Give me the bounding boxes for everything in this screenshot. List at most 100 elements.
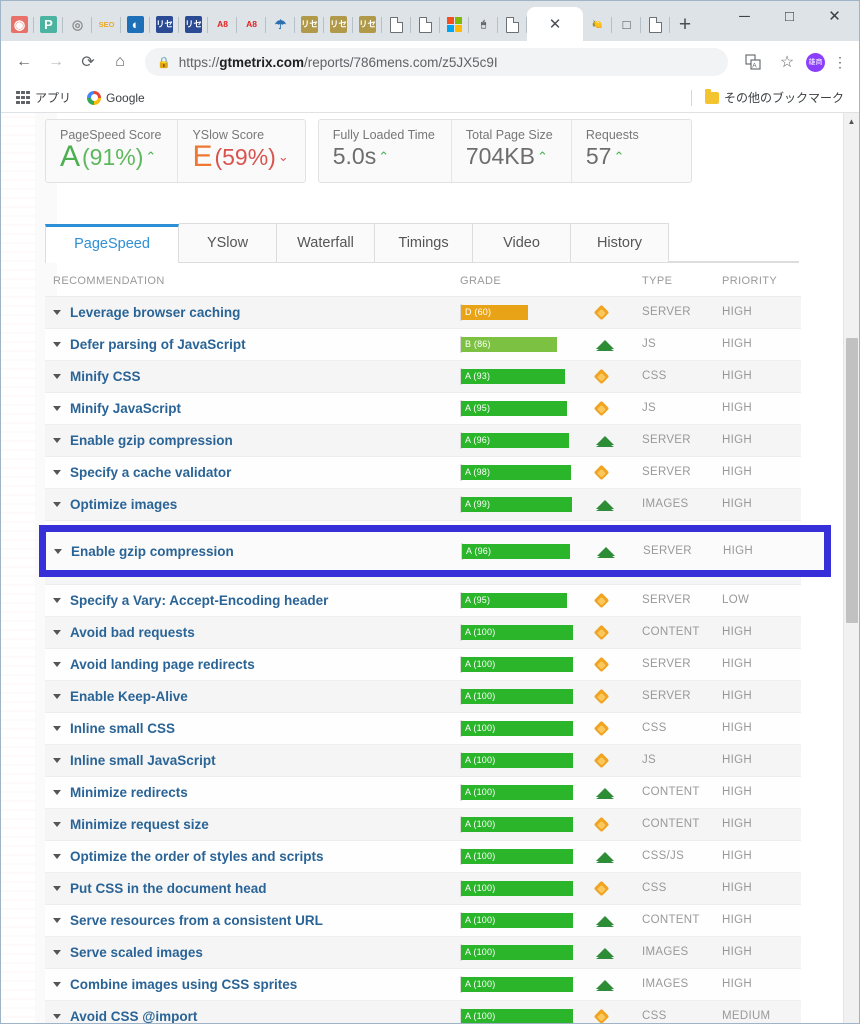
expand-triangle-icon[interactable] — [53, 501, 61, 507]
recommendation-link[interactable]: Enable Keep-Alive — [70, 689, 188, 704]
report-tab-video[interactable]: Video — [473, 222, 571, 262]
table-row[interactable]: Leverage browser caching D (60) SERVER H… — [45, 296, 801, 329]
report-tab-timings[interactable]: Timings — [375, 222, 473, 262]
tab-p-green[interactable]: P — [34, 8, 63, 41]
tab-lemon[interactable]: 🍋 — [583, 8, 612, 41]
close-window-button[interactable]: ✕ — [812, 1, 857, 31]
tab-droplet[interactable]: ◐ — [121, 8, 150, 41]
recommendation-link[interactable]: Minify CSS — [70, 369, 141, 384]
recommendation-link[interactable]: Leverage browser caching — [70, 305, 240, 320]
address-bar[interactable]: 🔒 https://gtmetrix.com/reports/786mens.c… — [145, 48, 728, 76]
tab-square[interactable]: □ — [612, 8, 641, 41]
bookmark-apps[interactable]: アプリ — [11, 87, 76, 108]
recommendation-link[interactable]: Serve resources from a consistent URL — [70, 913, 323, 928]
new-tab-button[interactable]: + — [670, 8, 700, 41]
table-row[interactable]: Defer parsing of JavaScript B (86) JS HI… — [45, 328, 801, 361]
table-row[interactable]: Enable Keep-Alive A (100) SERVER HIGH — [45, 680, 801, 713]
recommendation-link[interactable]: Serve scaled images — [70, 945, 203, 960]
table-row[interactable]: Inline small CSS A (100) CSS HIGH — [45, 712, 801, 745]
recommendation-link[interactable]: Optimize images — [70, 497, 177, 512]
tab-ri-3[interactable]: リセ — [295, 8, 324, 41]
tab-swirl[interactable]: ◎ — [63, 8, 92, 41]
table-row[interactable]: Minify CSS A (93) CSS HIGH — [45, 360, 801, 393]
report-tab-history[interactable]: History — [571, 222, 669, 262]
table-row[interactable]: Avoid landing page redirects A (100) SER… — [45, 648, 801, 681]
expand-triangle-icon[interactable] — [53, 725, 61, 731]
recommendation-link[interactable]: Combine images using CSS sprites — [70, 977, 297, 992]
tab-ri-5[interactable]: リセ — [353, 8, 382, 41]
expand-triangle-icon[interactable] — [53, 469, 61, 475]
recommendation-link[interactable]: Avoid CSS @import — [70, 1009, 197, 1024]
expand-triangle-icon[interactable] — [53, 437, 61, 443]
table-row[interactable]: Serve scaled images A (100) IMAGES HIGH — [45, 936, 801, 969]
expand-triangle-icon[interactable] — [53, 885, 61, 891]
profile-avatar[interactable]: 雄商 — [806, 52, 825, 72]
expand-triangle-icon[interactable] — [53, 917, 61, 923]
maximize-button[interactable]: □ — [767, 1, 812, 31]
recommendation-link[interactable]: Minimize redirects — [70, 785, 188, 800]
table-row[interactable]: Inline small JavaScript A (100) JS HIGH — [45, 744, 801, 777]
report-tab-yslow[interactable]: YSlow — [179, 222, 277, 262]
tab-mouse[interactable]: 🖱 — [469, 8, 498, 41]
bookmark-star-icon[interactable]: ☆ — [772, 47, 802, 77]
table-row[interactable]: Optimize the order of styles and scripts… — [45, 840, 801, 873]
tab-seo[interactable]: SEO — [92, 8, 121, 41]
recommendation-link[interactable]: Defer parsing of JavaScript — [70, 337, 246, 352]
expand-triangle-icon[interactable] — [53, 597, 61, 603]
recommendation-link[interactable]: Avoid bad requests — [70, 625, 195, 640]
table-row[interactable]: Avoid CSS @import A (100) CSS MEDIUM — [45, 1000, 801, 1024]
forward-icon[interactable]: → — [41, 47, 71, 77]
expand-triangle-icon[interactable] — [54, 548, 62, 554]
recommendation-link[interactable]: Put CSS in the document head — [70, 881, 267, 896]
tab-blank-1[interactable] — [382, 8, 411, 41]
expand-triangle-icon[interactable] — [53, 693, 61, 699]
close-tab-icon[interactable]: ✕ — [549, 17, 562, 32]
recommendation-link[interactable]: Specify a Vary: Accept-Encoding header — [70, 593, 328, 608]
back-icon[interactable]: ← — [9, 47, 39, 77]
recommendation-link[interactable]: Inline small JavaScript — [70, 753, 216, 768]
table-row[interactable]: Specify a Vary: Accept-Encoding header A… — [45, 584, 801, 617]
recommendation-link[interactable]: Enable gzip compression — [71, 544, 234, 559]
other-bookmarks[interactable]: その他のブックマーク — [700, 87, 849, 108]
expand-triangle-icon[interactable] — [53, 949, 61, 955]
expand-triangle-icon[interactable] — [53, 629, 61, 635]
vertical-scrollbar[interactable]: ▲ — [843, 113, 859, 1023]
scrollbar-thumb[interactable] — [846, 338, 858, 623]
recommendation-link[interactable]: Enable gzip compression — [70, 433, 233, 448]
tab-lamp[interactable]: ☂ — [266, 8, 295, 41]
translate-icon[interactable]: A — [738, 47, 768, 77]
expand-triangle-icon[interactable] — [53, 821, 61, 827]
expand-triangle-icon[interactable] — [53, 981, 61, 987]
expand-triangle-icon[interactable] — [53, 309, 61, 315]
chrome-menu-icon[interactable]: ⋮ — [829, 55, 851, 69]
expand-triangle-icon[interactable] — [53, 789, 61, 795]
recommendation-link[interactable]: Inline small CSS — [70, 721, 175, 736]
report-tab-waterfall[interactable]: Waterfall — [277, 222, 375, 262]
expand-triangle-icon[interactable] — [53, 661, 61, 667]
table-row[interactable]: Combine images using CSS sprites A (100)… — [45, 968, 801, 1001]
report-tab-pagespeed[interactable]: PageSpeed — [45, 223, 179, 263]
table-row[interactable]: Optimize images A (99) IMAGES HIGH — [45, 488, 801, 521]
home-icon[interactable]: ⌂ — [105, 47, 135, 77]
table-row[interactable]: Serve resources from a consistent URL A … — [45, 904, 801, 937]
recommendation-link[interactable]: Minify JavaScript — [70, 401, 181, 416]
table-row[interactable]: Minimize request size A (100) CONTENT HI… — [45, 808, 801, 841]
tab-ri-2[interactable]: リセ — [179, 8, 208, 41]
reload-icon[interactable]: ⟳ — [73, 47, 103, 77]
tab-record[interactable]: ◉ — [5, 8, 34, 41]
table-row[interactable]: Avoid bad requests A (100) CONTENT HIGH — [45, 616, 801, 649]
tab-a8-1[interactable]: A8 — [208, 8, 237, 41]
recommendation-link[interactable]: Avoid landing page redirects — [70, 657, 255, 672]
minimize-button[interactable]: ─ — [722, 1, 767, 31]
expand-triangle-icon[interactable] — [53, 853, 61, 859]
table-row[interactable]: Minimize redirects A (100) CONTENT HIGH — [45, 776, 801, 809]
expand-triangle-icon[interactable] — [53, 341, 61, 347]
tab-blank-4[interactable] — [641, 8, 670, 41]
recommendation-link[interactable]: Minimize request size — [70, 817, 209, 832]
expand-triangle-icon[interactable] — [53, 757, 61, 763]
recommendation-link[interactable]: Optimize the order of styles and scripts — [70, 849, 324, 864]
expand-triangle-icon[interactable] — [53, 405, 61, 411]
tab-ri-4[interactable]: リセ — [324, 8, 353, 41]
table-row[interactable]: Put CSS in the document head A (100) CSS… — [45, 872, 801, 905]
tab-a8-2[interactable]: A8 — [237, 8, 266, 41]
